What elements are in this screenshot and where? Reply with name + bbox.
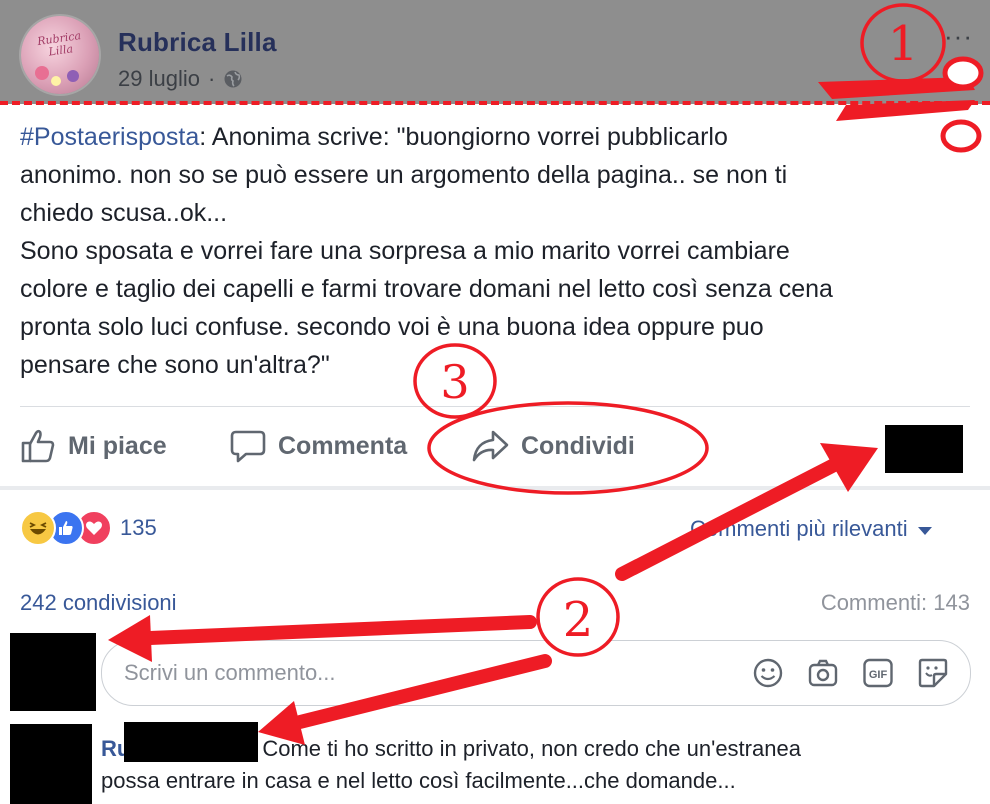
composer-tools: GIF [751, 656, 950, 690]
comment-text-line: possa entrare in casa e nel letto così f… [101, 768, 736, 793]
post-text-line: Sono sposata e vorrei fare una sorpresa … [20, 237, 790, 265]
post-text-line: pensare che sono un'altra?" [20, 351, 330, 379]
globe-icon [224, 70, 242, 88]
section-separator [0, 486, 990, 490]
comment-button[interactable]: Commenta [230, 428, 407, 464]
user-avatar-redacted [10, 633, 96, 711]
page-name[interactable]: Rubrica Lilla [118, 27, 277, 58]
reaction-count[interactable]: 135 [120, 515, 157, 541]
hashtag-link[interactable]: #Postaerisposta [20, 123, 199, 151]
share-label: Condividi [521, 431, 635, 460]
shares-count[interactable]: 242 condivisioni [20, 590, 177, 616]
meta-separator: · [207, 66, 216, 91]
cut-line [0, 101, 990, 105]
comment-composer[interactable]: Scrivi un commento... GIF [101, 640, 971, 706]
post-text-line: pronta solo luci confuse. secondo voi è … [20, 313, 764, 341]
post-text-line: colore e taglio dei capelli e farmi trov… [20, 275, 833, 303]
speech-bubble-icon [230, 430, 266, 463]
gif-icon[interactable]: GIF [861, 656, 895, 690]
post-text: #Postaerisposta: Anonima scrive: "buongi… [20, 118, 970, 384]
avatar-decoration [67, 70, 79, 82]
sticker-icon[interactable] [916, 656, 950, 690]
post-meta: 29 luglio · [118, 66, 243, 92]
haha-reaction-icon [20, 510, 56, 546]
post-text-line: : Anonima scrive: "buongiorno vorrei pub… [199, 123, 728, 151]
share-button[interactable]: Condividi [471, 428, 635, 464]
post-date[interactable]: 29 luglio [118, 66, 200, 92]
like-button[interactable]: Mi piace [20, 428, 167, 464]
thumbs-up-icon [21, 429, 55, 463]
redacted-block [885, 425, 963, 473]
redacted-name-block [124, 722, 258, 762]
post-text-line: chiedo scusa..ok... [20, 199, 228, 227]
share-arrow-icon [472, 430, 509, 462]
comment-sort-label: Commenti più rilevanti [690, 516, 908, 541]
camera-icon[interactable] [806, 656, 840, 690]
commenter-avatar-redacted [10, 724, 92, 804]
page-avatar[interactable]: Rubrica Lilla [21, 16, 99, 94]
comment-text-line: Come ti ho scritto in privato, non credo… [262, 736, 801, 761]
post-header: Rubrica Lilla Rubrica Lilla 29 luglio · … [0, 0, 990, 104]
comments-count: Commenti: 143 [820, 590, 970, 615]
like-label: Mi piace [68, 431, 167, 460]
comment-input-placeholder[interactable]: Scrivi un commento... [124, 660, 336, 686]
more-options-icon[interactable]: ··· [944, 23, 973, 49]
chevron-down-icon [917, 526, 932, 535]
smiley-icon[interactable] [751, 656, 785, 690]
comment-label: Commenta [278, 431, 408, 460]
comment-sort-dropdown[interactable]: Commenti più rilevanti [690, 516, 932, 542]
avatar-logo-text: Rubrica Lilla [36, 29, 82, 59]
reaction-summary[interactable]: 135 [20, 510, 157, 546]
avatar-decoration [51, 76, 61, 86]
post-text-line: anonimo. non so se può essere un argomen… [20, 161, 788, 189]
divider [20, 406, 970, 407]
avatar-decoration [35, 66, 49, 80]
svg-text:GIF: GIF [869, 669, 888, 681]
